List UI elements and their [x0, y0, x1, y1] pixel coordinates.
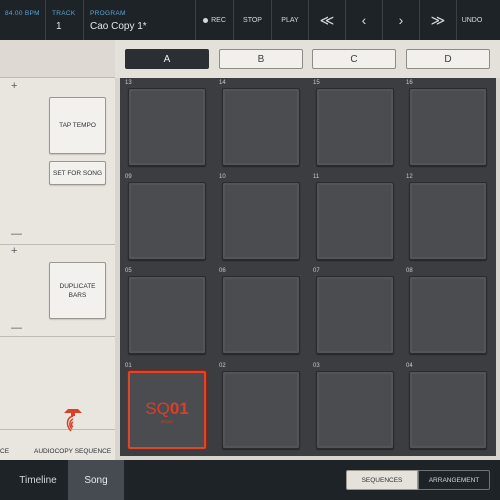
pad-number-label: 11 [313, 174, 320, 180]
pad-04[interactable] [409, 371, 487, 449]
pad-number-label: 09 [125, 174, 132, 180]
audiocopy-partial-label: CE [0, 448, 10, 455]
pad-14[interactable] [222, 88, 300, 166]
tab-song-label: Song [84, 474, 108, 486]
stop-label: STOP [243, 16, 262, 24]
tap-tempo-label: TAP TEMPO [59, 122, 96, 129]
next-button[interactable]: › [383, 0, 420, 40]
transport-bar: 84.00 BPM TRACK 1 PROGRAM Cao Copy 1* RE… [0, 0, 500, 40]
tab-timeline[interactable]: Timeline [10, 460, 66, 500]
chevron-left-icon: ‹ [361, 12, 367, 28]
pad-number-label: 10 [219, 174, 226, 180]
pad-13[interactable] [128, 88, 206, 166]
rec-button[interactable]: REC [196, 0, 234, 40]
bank-d-button[interactable]: D [406, 49, 490, 69]
record-dot-icon [203, 17, 209, 23]
pad-number-label: 16 [406, 80, 413, 86]
bpm-value: 84.00 BPM [5, 10, 40, 17]
tab-timeline-label: Timeline [19, 474, 57, 486]
pad-05[interactable] [128, 276, 206, 354]
tempo-section: + — TAP TEMPO SET FOR SONG [0, 78, 115, 245]
chevron-right-icon: › [398, 12, 404, 28]
bars-section: + — DUPLICATE BARS [0, 245, 115, 337]
left-panel: + — TAP TEMPO SET FOR SONG + — DUPLICATE… [0, 40, 115, 460]
bank-a-button[interactable]: A [125, 49, 209, 69]
pad-07[interactable] [316, 276, 394, 354]
pad-10[interactable] [222, 182, 300, 260]
set-for-song-button[interactable]: SET FOR SONG [49, 161, 106, 185]
previous-button[interactable]: ‹ [346, 0, 383, 40]
sequence-number: 01 [169, 399, 189, 418]
audiocopy-sequence-label[interactable]: AUDIOCOPY SEQUENCE [34, 448, 111, 455]
sequence-prefix: SQ [145, 399, 170, 418]
bank-d-label: D [444, 53, 452, 65]
track-selector[interactable]: TRACK 1 [46, 0, 84, 40]
go-to-end-button[interactable]: ≫ [420, 0, 457, 40]
pad-number-label: 05 [125, 268, 132, 274]
bank-selector: A B C D [115, 40, 500, 78]
pad-06[interactable] [222, 276, 300, 354]
pad-03[interactable] [316, 371, 394, 449]
play-button[interactable]: PLAY [272, 0, 309, 40]
bank-c-label: C [350, 53, 358, 65]
pad-08[interactable] [409, 276, 487, 354]
pad-number-label: 06 [219, 268, 226, 274]
pad-number-label: 01 [125, 363, 132, 369]
double-chevron-right-icon: ≫ [430, 11, 446, 28]
tempo-decrease-button[interactable]: — [11, 228, 22, 240]
pad-number-label: 14 [219, 80, 226, 86]
bank-b-button[interactable]: B [219, 49, 303, 69]
pad-02[interactable] [222, 371, 300, 449]
pad-sequence-name: SQ01 [130, 399, 204, 419]
pad-grid: 13 14 15 16 09 10 11 12 05 06 07 08 01 SQ01 SEQ01 02 03 0… [120, 78, 496, 456]
tempo-increase-button[interactable]: + [11, 80, 17, 92]
tap-tempo-button[interactable]: TAP TEMPO [49, 97, 106, 154]
pad-11[interactable] [316, 182, 394, 260]
pad-09[interactable] [128, 182, 206, 260]
bars-decrease-button[interactable]: — [11, 322, 22, 334]
duplicate-bars-label: DUPLICATE BARS [59, 282, 96, 299]
play-label: PLAY [281, 16, 299, 24]
program-label: PROGRAM [90, 10, 126, 17]
pad-number-label: 07 [313, 268, 320, 274]
bank-a-label: A [163, 53, 171, 65]
set-for-song-label: SET FOR SONG [53, 169, 102, 177]
program-value: Cao Copy 1* [90, 21, 147, 32]
program-selector[interactable]: PROGRAM Cao Copy 1* [84, 0, 196, 40]
double-chevron-left-icon: ≪ [319, 11, 335, 28]
bars-increase-button[interactable]: + [11, 245, 17, 257]
go-to-start-button[interactable]: ≪ [309, 0, 346, 40]
undo-button[interactable]: UNDO [457, 0, 487, 40]
pad-number-label: 13 [125, 80, 132, 86]
pad-sequence-sublabel: SEQ01 [160, 419, 174, 424]
pad-number-label: 12 [406, 174, 413, 180]
bank-b-label: B [257, 53, 265, 65]
tab-song[interactable]: Song [68, 460, 124, 500]
track-label: TRACK [52, 10, 76, 17]
pad-number-label: 03 [313, 363, 320, 369]
pad-number-label: 15 [313, 80, 320, 86]
track-value: 1 [56, 21, 62, 32]
pad-number-label: 02 [219, 363, 226, 369]
pad-number-label: 04 [406, 363, 413, 369]
left-panel-header [0, 40, 115, 78]
pad-number-label: 08 [406, 268, 413, 274]
arrangement-label: ARRANGEMENT [428, 476, 480, 484]
arrangement-toggle[interactable]: ARRANGEMENT [418, 470, 490, 490]
pad-15[interactable] [316, 88, 394, 166]
sequences-label: SEQUENCES [361, 476, 403, 484]
bpm-display[interactable]: 84.00 BPM [0, 0, 46, 40]
audiocopy-area: CE AUDIOCOPY SEQUENCE [0, 392, 115, 458]
rec-label: REC [211, 16, 226, 24]
stop-button[interactable]: STOP [234, 0, 272, 40]
pad-01[interactable]: SQ01 SEQ01 [128, 371, 206, 449]
bank-c-button[interactable]: C [312, 49, 396, 69]
sequences-toggle[interactable]: SEQUENCES [346, 470, 418, 490]
undo-label: UNDO [461, 16, 483, 24]
audiocopy-icon[interactable] [60, 406, 86, 436]
pad-12[interactable] [409, 182, 487, 260]
pad-16[interactable] [409, 88, 487, 166]
duplicate-bars-button[interactable]: DUPLICATE BARS [49, 262, 106, 319]
